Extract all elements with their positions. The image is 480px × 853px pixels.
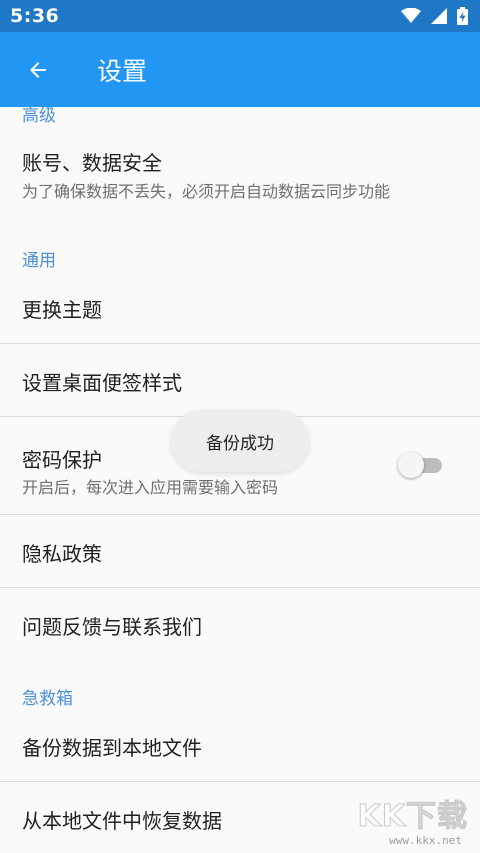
cellular-signal-icon xyxy=(431,8,447,24)
setting-item-title: 隐私政策 xyxy=(22,542,102,566)
setting-item-subtitle: 开启后，每次进入应用需要输入密码 xyxy=(22,478,279,497)
status-bar: 5:36 xyxy=(0,0,480,32)
setting-item-backup-local[interactable]: 备份数据到本地文件 xyxy=(0,709,480,781)
setting-item-title: 备份数据到本地文件 xyxy=(22,736,202,760)
setting-item-title: 更换主题 xyxy=(22,298,102,322)
toast-message: 备份成功 xyxy=(171,410,309,472)
section-header-first-aid: 急救箱 xyxy=(22,689,73,709)
watermark: KK下载 www.kkx.net xyxy=(352,791,472,848)
section-header-general: 通用 xyxy=(22,251,56,271)
password-protection-toggle[interactable] xyxy=(398,451,444,479)
status-time: 5:36 xyxy=(10,5,60,27)
setting-item-title: 密码保护 xyxy=(22,448,102,472)
page-title: 设置 xyxy=(97,56,148,86)
setting-item-title: 账号、数据安全 xyxy=(22,151,162,175)
watermark-logo: KK下载 xyxy=(357,799,468,835)
setting-item-title: 设置桌面便签样式 xyxy=(22,371,182,395)
watermark-url: www.kkx.net xyxy=(389,834,462,847)
setting-item-account-security[interactable]: 账号、数据安全 为了确保数据不丢失，必须开启自动数据云同步功能 xyxy=(0,121,480,227)
setting-item-title: 从本地文件中恢复数据 xyxy=(22,809,222,833)
back-button[interactable] xyxy=(0,32,76,107)
toggle-thumb xyxy=(398,452,424,478)
wifi-icon xyxy=(401,8,421,23)
battery-charging-icon xyxy=(457,7,468,25)
setting-item-subtitle: 为了确保数据不丢失，必须开启自动数据云同步功能 xyxy=(22,182,391,201)
setting-item-theme[interactable]: 更换主题 xyxy=(0,271,480,343)
setting-item-privacy-policy[interactable]: 隐私政策 xyxy=(0,515,480,587)
setting-item-feedback-contact[interactable]: 问题反馈与联系我们 xyxy=(0,588,480,660)
status-icons xyxy=(401,7,468,25)
setting-item-title: 问题反馈与联系我们 xyxy=(22,615,202,639)
settings-screen: 5:36 设置 高级 账号、数据安全 为了确保数据不丢失，必须开启自动数据云同步… xyxy=(0,0,480,853)
setting-item-widget-style[interactable]: 设置桌面便签样式 xyxy=(0,344,480,416)
app-bar: 设置 xyxy=(0,32,480,107)
arrow-back-icon xyxy=(30,61,46,78)
